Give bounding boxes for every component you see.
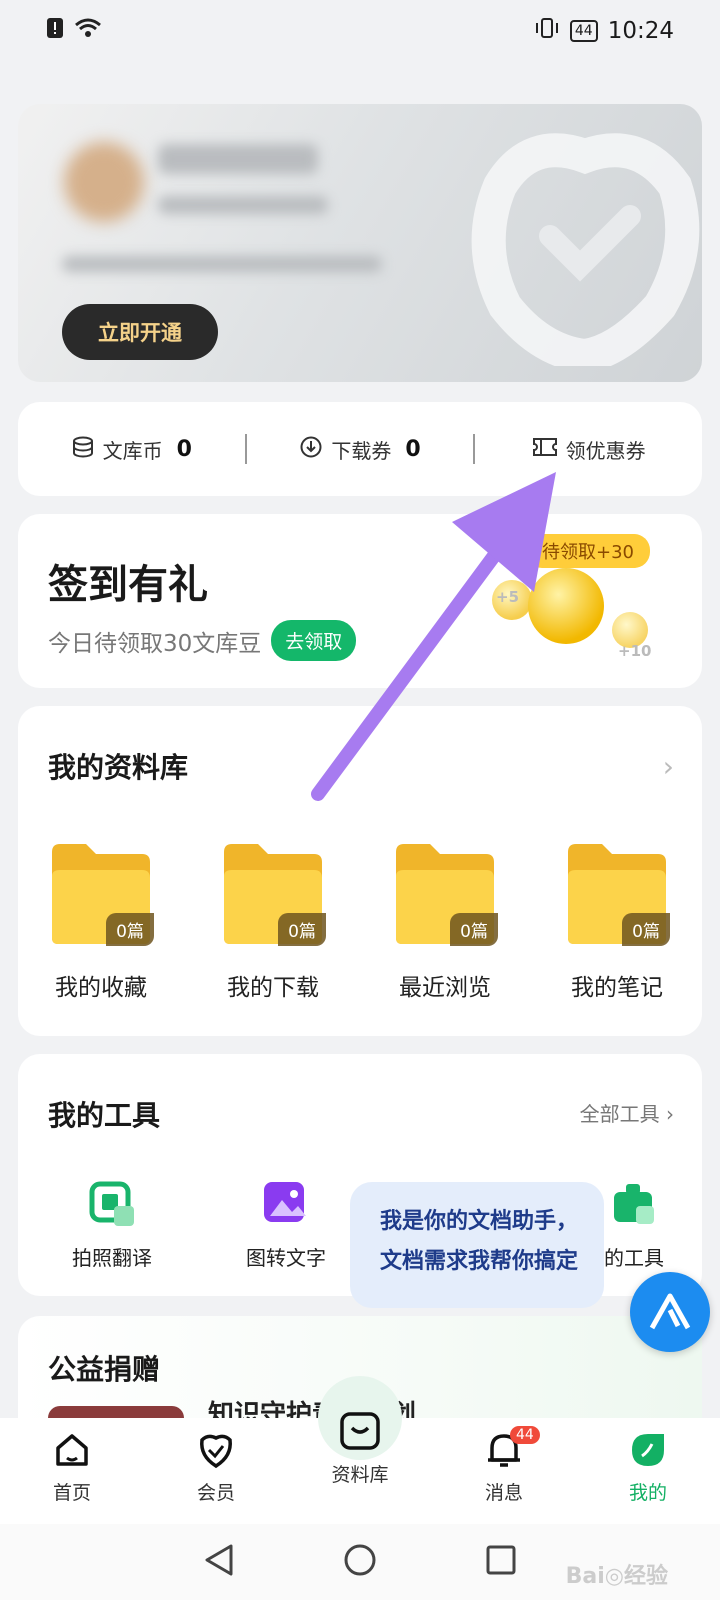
chevron-right-icon[interactable]: ›	[663, 750, 674, 783]
coupon-icon	[532, 436, 558, 463]
folder-notes[interactable]: 0篇 我的笔记	[564, 842, 670, 1002]
library-icon	[340, 1412, 380, 1450]
folder-icon: 0篇	[564, 842, 670, 946]
avatar	[64, 142, 144, 222]
wenku-coin[interactable]: 文库币 0	[18, 435, 245, 464]
folder-downloads[interactable]: 0篇 我的下载	[220, 842, 326, 1002]
tool-photo-translate[interactable]: 拍照翻译	[54, 1180, 170, 1271]
tab-label: 首页	[52, 1482, 91, 1504]
asset-label: 领优惠券	[565, 438, 646, 463]
bean-plus5: +5	[496, 588, 520, 606]
assistant-line-1: 我是你的文档助手，	[380, 1209, 579, 1234]
asset-value: 0	[176, 436, 192, 462]
tab-label: 资料库	[331, 1464, 389, 1486]
toolbox-icon	[610, 1180, 658, 1232]
tab-messages[interactable]: 44 消息	[432, 1418, 576, 1524]
download-voucher[interactable]: 下载券 0	[247, 435, 474, 464]
system-navigation: Bai◎经验	[0, 1524, 720, 1600]
folder-recent[interactable]: 0篇 最近浏览	[392, 842, 498, 1002]
asset-label: 下载券	[331, 438, 392, 463]
tool-label: 拍照翻译	[72, 1246, 152, 1270]
baidu-watermark-icon: Bai◎经验	[565, 1564, 668, 1589]
back-icon[interactable]	[203, 1543, 235, 1581]
download-icon	[299, 435, 323, 464]
bean-icon	[528, 568, 604, 644]
tab-member[interactable]: 会员	[144, 1418, 288, 1524]
mine-leaf-icon	[632, 1434, 664, 1466]
sign-in-title: 签到有礼	[48, 562, 208, 608]
tab-label: 会员	[196, 1482, 235, 1504]
tool-label: 图转文字	[246, 1246, 326, 1270]
battery-indicator: 44	[569, 20, 598, 42]
tool-image-to-text[interactable]: 图转文字	[228, 1180, 344, 1271]
claim-button[interactable]: 去领取	[271, 620, 357, 661]
sign-in-card[interactable]: 签到有礼 今日待领取30文库豆 去领取 待领取+30 +5 +10	[18, 514, 702, 688]
vip-benefits-blurred	[62, 256, 382, 272]
all-tools-link[interactable]: 全部工具 ›	[580, 1098, 674, 1127]
pending-badge: 待领取+30	[526, 534, 650, 568]
clock: 10:24	[607, 18, 674, 44]
bottom-tabbar: 首页 会员 资料库 44 消息 我的	[0, 1376, 720, 1524]
message-badge: 44	[510, 1426, 540, 1444]
tools-title: 我的工具	[48, 1099, 161, 1132]
tool-label: 的工具	[604, 1246, 664, 1270]
folder-label: 我的下载	[227, 975, 319, 1001]
vip-shield-icon	[471, 133, 700, 366]
all-tools-label: 全部工具	[579, 1102, 660, 1126]
photo-translate-icon	[88, 1180, 136, 1232]
folder-count: 0篇	[278, 913, 326, 946]
tab-mine[interactable]: 我的	[576, 1418, 720, 1524]
assistant-button[interactable]	[630, 1272, 710, 1352]
home-circle-icon[interactable]	[343, 1543, 377, 1581]
folder-favorites[interactable]: 0篇 我的收藏	[48, 842, 154, 1002]
folder-icon: 0篇	[392, 842, 498, 946]
home-icon	[56, 1434, 88, 1466]
tab-label: 我的	[628, 1482, 667, 1504]
vibrate-icon	[534, 17, 560, 45]
folder-count: 0篇	[622, 913, 670, 946]
folder-icon: 0篇	[48, 842, 154, 946]
charity-title: 公益捐赠	[48, 1353, 161, 1386]
folder-label: 我的收藏	[55, 975, 147, 1001]
status-bar: 44 10:24	[0, 0, 720, 62]
asset-value: 0	[405, 436, 421, 462]
folder-label: 我的笔记	[571, 975, 663, 1001]
folder-count: 0篇	[106, 913, 154, 946]
username-blurred	[158, 144, 318, 174]
wifi-icon	[74, 17, 102, 45]
sign-in-subtitle: 今日待领取30文库豆	[48, 630, 262, 657]
assets-row: 文库币 0 下载券 0 领优惠券	[18, 402, 702, 496]
user-info-blurred	[158, 196, 328, 214]
get-coupon[interactable]: 领优惠券	[475, 435, 702, 464]
tab-home[interactable]: 首页	[0, 1418, 144, 1524]
activate-vip-button[interactable]: 立即开通	[62, 304, 218, 360]
recents-icon[interactable]	[485, 1544, 517, 1580]
tab-library[interactable]: 资料库	[288, 1376, 432, 1524]
vip-card[interactable]: 立即开通	[18, 104, 702, 382]
alert-icon	[46, 17, 64, 45]
tab-label: 消息	[484, 1482, 523, 1504]
assistant-line-2: 文档需求我帮你搞定	[380, 1249, 579, 1274]
member-icon	[200, 1434, 232, 1469]
image-to-text-icon	[262, 1180, 310, 1232]
library-card: 我的资料库 › 0篇 我的收藏 0篇 我的下载 0篇 最近浏览 0篇 我的笔记	[18, 706, 702, 1036]
asset-label: 文库币	[102, 438, 163, 463]
bean-plus10: +10	[618, 642, 652, 660]
folder-count: 0篇	[450, 913, 498, 946]
database-icon	[71, 435, 95, 464]
assistant-logo-icon	[649, 1293, 691, 1330]
library-title: 我的资料库	[48, 751, 189, 784]
assistant-bubble[interactable]: 我是你的文档助手， 文档需求我帮你搞定	[350, 1182, 604, 1308]
folder-label: 最近浏览	[399, 975, 491, 1001]
folder-icon: 0篇	[220, 842, 326, 946]
